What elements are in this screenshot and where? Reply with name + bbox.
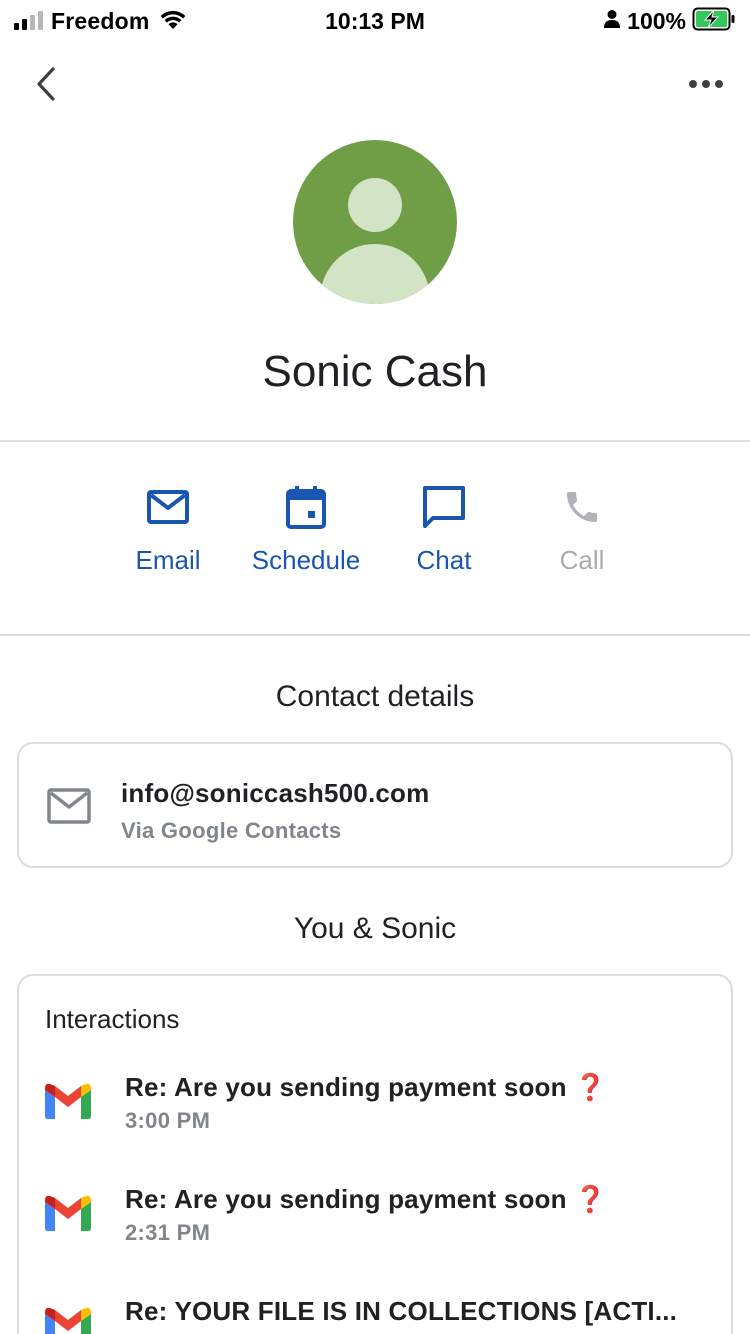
- call-action-button[interactable]: Call: [512, 480, 652, 590]
- gmail-icon: [43, 1306, 93, 1334]
- mail-icon: [147, 480, 189, 534]
- chat-icon: [423, 480, 465, 534]
- mail-icon: [47, 788, 91, 829]
- question-mark-emoji: ❓: [574, 1072, 607, 1102]
- gmail-icon: [43, 1194, 93, 1237]
- call-action-label: Call: [559, 545, 605, 575]
- calendar-icon: [286, 480, 326, 534]
- action-row: Email Schedule Chat Call: [0, 480, 750, 590]
- battery-charging-icon: [692, 7, 736, 36]
- gmail-icon: [43, 1082, 93, 1125]
- avatar: [293, 140, 457, 304]
- chat-action-button[interactable]: Chat: [374, 480, 514, 590]
- question-mark-emoji: ❓: [574, 1184, 607, 1214]
- schedule-action-label: Schedule: [251, 545, 361, 575]
- email-source: Via Google Contacts: [121, 818, 342, 843]
- email-detail-card[interactable]: info@soniccash500.com Via Google Contact…: [17, 742, 733, 868]
- schedule-action-button[interactable]: Schedule: [236, 480, 376, 590]
- interactions-card: Interactions Re: Are you sending payment…: [17, 974, 733, 1334]
- email-address[interactable]: info@soniccash500.com: [121, 778, 429, 809]
- divider: [0, 634, 750, 636]
- chat-action-label: Chat: [416, 545, 472, 575]
- phone-icon: [562, 480, 602, 534]
- interaction-time: 2:31 PM: [125, 1220, 211, 1245]
- contact-details-heading: Contact details: [275, 680, 475, 713]
- avatar-person-icon: [348, 178, 402, 232]
- you-and-heading: You & Sonic: [293, 912, 457, 945]
- person-icon: [603, 9, 621, 34]
- back-button[interactable]: [26, 62, 66, 106]
- chevron-left-icon: [37, 67, 55, 101]
- more-horizontal-icon: [689, 80, 723, 88]
- interaction-subject: Re: Are you sending payment soon ❓: [125, 1184, 607, 1214]
- list-item[interactable]: Re: Are you sending payment soon ❓ 3:00 …: [19, 1070, 731, 1160]
- battery-percentage: 100%: [627, 7, 686, 34]
- status-bar: Freedom 10:13 PM 100%: [0, 0, 750, 42]
- interaction-subject: Re: YOUR FILE IS IN COLLECTIONS [ACTI...: [125, 1296, 678, 1326]
- contact-name: Sonic Cash: [262, 347, 488, 396]
- status-right: 100%: [603, 6, 736, 36]
- divider: [0, 440, 750, 442]
- interaction-time: 3:00 PM: [125, 1108, 211, 1133]
- email-action-button[interactable]: Email: [98, 480, 238, 590]
- email-action-label: Email: [135, 545, 201, 575]
- interactions-heading: Interactions: [45, 1004, 180, 1034]
- list-item[interactable]: Re: Are you sending payment soon ❓ 2:31 …: [19, 1182, 731, 1272]
- more-options-button[interactable]: [684, 66, 728, 102]
- list-item[interactable]: Re: YOUR FILE IS IN COLLECTIONS [ACTI...: [19, 1294, 731, 1334]
- interaction-subject: Re: Are you sending payment soon ❓: [125, 1072, 607, 1102]
